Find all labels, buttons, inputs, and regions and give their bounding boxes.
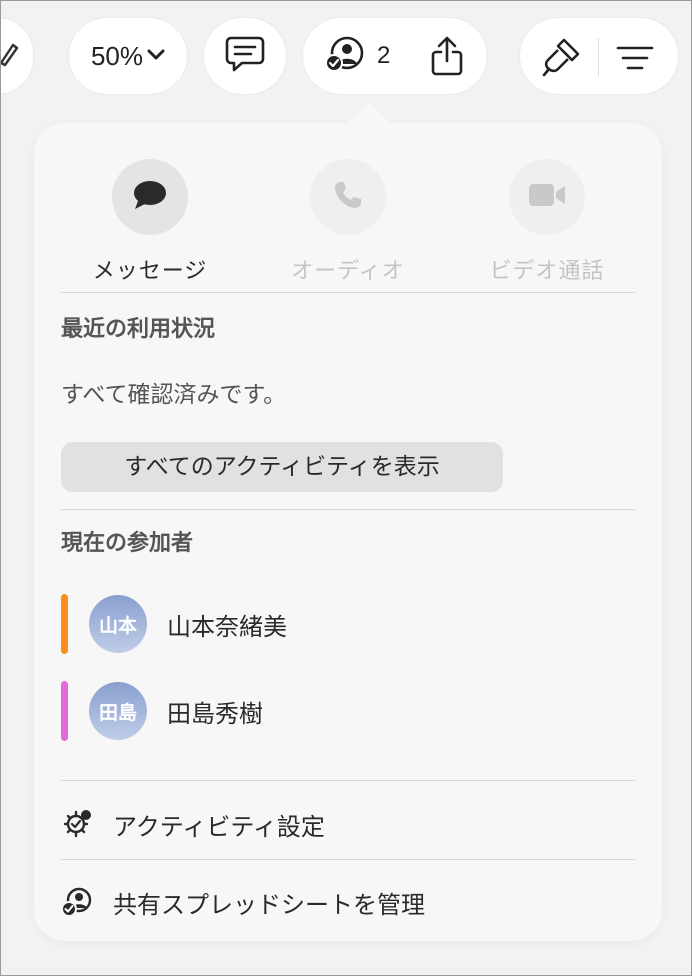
collaboration-icon bbox=[61, 886, 93, 918]
partial-toolbar-button[interactable] bbox=[1, 18, 33, 94]
audio-label: オーディオ bbox=[291, 259, 405, 284]
share-icon[interactable] bbox=[430, 36, 464, 76]
paintbrush-icon[interactable] bbox=[540, 36, 582, 82]
separator bbox=[61, 859, 635, 860]
recent-activity-title: 最近の利用状況 bbox=[61, 317, 216, 342]
message-label: メッセージ bbox=[92, 259, 208, 284]
app-frame: 50% 2 メッセージ オーディオ ビデオ通話 最近の利用状況 すべて確認済みで… bbox=[0, 0, 692, 976]
popover-arrow bbox=[347, 102, 391, 124]
audio-option: オーディオ bbox=[288, 159, 408, 285]
participant-color-bar bbox=[61, 594, 68, 654]
separator bbox=[61, 292, 635, 293]
separator bbox=[61, 780, 635, 781]
video-camera-icon bbox=[527, 181, 567, 213]
audio-circle bbox=[310, 159, 386, 235]
separator bbox=[61, 509, 635, 510]
participant-color-bar bbox=[61, 681, 68, 741]
message-bubble-icon bbox=[132, 179, 168, 215]
comment-button[interactable] bbox=[204, 18, 286, 94]
show-all-activity-button[interactable]: すべてのアクティビティを表示 bbox=[61, 442, 503, 492]
format-toolbar-group bbox=[520, 18, 678, 94]
participants-title: 現在の参加者 bbox=[61, 531, 194, 556]
avatar: 山本 bbox=[89, 595, 147, 653]
toolbar-divider bbox=[598, 38, 599, 76]
manage-shared-label: 共有スプレッドシートを管理 bbox=[113, 890, 425, 919]
activity-status-text: すべて確認済みです。 bbox=[61, 382, 287, 408]
message-circle bbox=[112, 159, 188, 235]
participant-name: 山本奈緒美 bbox=[167, 612, 287, 641]
gear-badge-icon bbox=[61, 808, 93, 840]
participant-row[interactable]: 田島 田島秀樹 bbox=[61, 680, 621, 742]
comment-icon bbox=[225, 35, 265, 77]
participant-row[interactable]: 山本 山本奈緒美 bbox=[61, 593, 621, 655]
manage-shared-row[interactable]: 共有スプレッドシートを管理 bbox=[61, 880, 635, 924]
participant-name: 田島秀樹 bbox=[167, 699, 263, 728]
collaboration-icon bbox=[325, 35, 365, 77]
chevron-down-icon bbox=[147, 47, 165, 66]
video-option: ビデオ通話 bbox=[487, 159, 607, 285]
message-option[interactable]: メッセージ bbox=[90, 159, 210, 285]
video-circle bbox=[509, 159, 585, 235]
zoom-button[interactable]: 50% bbox=[69, 18, 187, 94]
collaborator-count: 2 bbox=[377, 42, 391, 69]
pencil-icon bbox=[1, 41, 19, 71]
activity-settings-row[interactable]: アクティビティ設定 bbox=[61, 802, 635, 846]
zoom-label: 50% bbox=[90, 40, 144, 71]
collaboration-button[interactable]: 2 bbox=[303, 18, 487, 94]
avatar: 田島 bbox=[89, 682, 147, 740]
organize-menu-icon[interactable] bbox=[616, 45, 654, 75]
activity-settings-label: アクティビティ設定 bbox=[113, 812, 325, 841]
video-label: ビデオ通話 bbox=[489, 259, 605, 284]
phone-icon bbox=[333, 180, 363, 214]
